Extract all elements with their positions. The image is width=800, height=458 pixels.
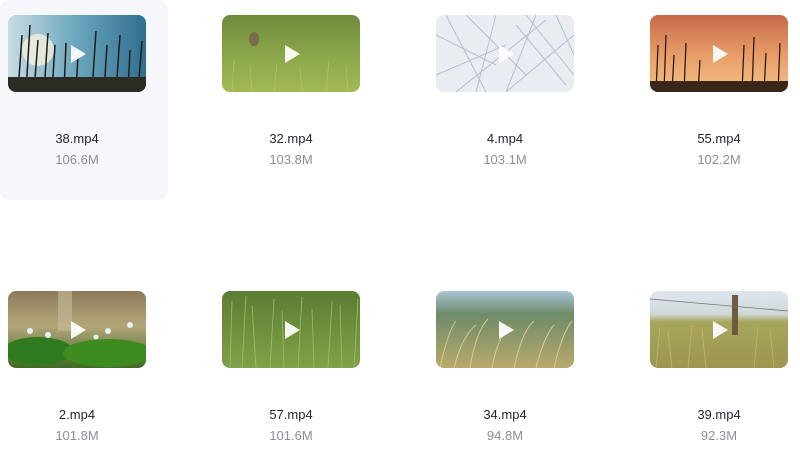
video-thumbnail[interactable] (8, 15, 146, 92)
video-tile[interactable]: 4.mp4 103.1M (428, 0, 596, 200)
play-icon (285, 320, 300, 339)
video-size: 94.8M (486, 428, 524, 443)
video-thumbnail[interactable] (222, 15, 360, 92)
video-size: 101.8M (55, 428, 99, 443)
play-icon (499, 44, 514, 63)
video-size: 106.6M (55, 152, 99, 167)
video-name: 4.mp4 (486, 131, 524, 146)
play-icon (285, 44, 300, 63)
video-tile[interactable]: 32.mp4 103.8M (214, 0, 382, 200)
play-icon (713, 320, 728, 339)
video-name: 32.mp4 (269, 131, 313, 146)
video-thumbnail[interactable] (650, 291, 788, 368)
video-thumbnail[interactable] (222, 291, 360, 368)
video-name: 2.mp4 (58, 407, 96, 422)
video-size: 103.8M (269, 152, 313, 167)
video-size: 103.1M (483, 152, 527, 167)
play-icon (71, 320, 86, 339)
video-tile[interactable]: 39.mp4 92.3M (642, 276, 800, 458)
video-size: 101.6M (269, 428, 313, 443)
play-icon (713, 44, 728, 63)
play-icon (499, 320, 514, 339)
video-thumbnail[interactable] (650, 15, 788, 92)
video-grid: 38.mp4 106.6M 32.mp4 103.8M 4.mp4 103.1M… (0, 0, 800, 458)
video-name: 38.mp4 (55, 131, 99, 146)
video-name: 34.mp4 (483, 407, 527, 422)
video-size: 92.3M (700, 428, 738, 443)
video-tile[interactable]: 57.mp4 101.6M (214, 276, 382, 458)
video-tile[interactable]: 38.mp4 106.6M (0, 0, 168, 200)
video-thumbnail[interactable] (8, 291, 146, 368)
video-name: 57.mp4 (269, 407, 313, 422)
video-thumbnail[interactable] (436, 15, 574, 92)
video-tile[interactable]: 2.mp4 101.8M (0, 276, 168, 458)
play-icon (71, 44, 86, 63)
video-thumbnail[interactable] (436, 291, 574, 368)
video-size: 102.2M (697, 152, 741, 167)
video-name: 39.mp4 (697, 407, 741, 422)
video-tile[interactable]: 55.mp4 102.2M (642, 0, 800, 200)
video-tile[interactable]: 34.mp4 94.8M (428, 276, 596, 458)
video-name: 55.mp4 (697, 131, 741, 146)
